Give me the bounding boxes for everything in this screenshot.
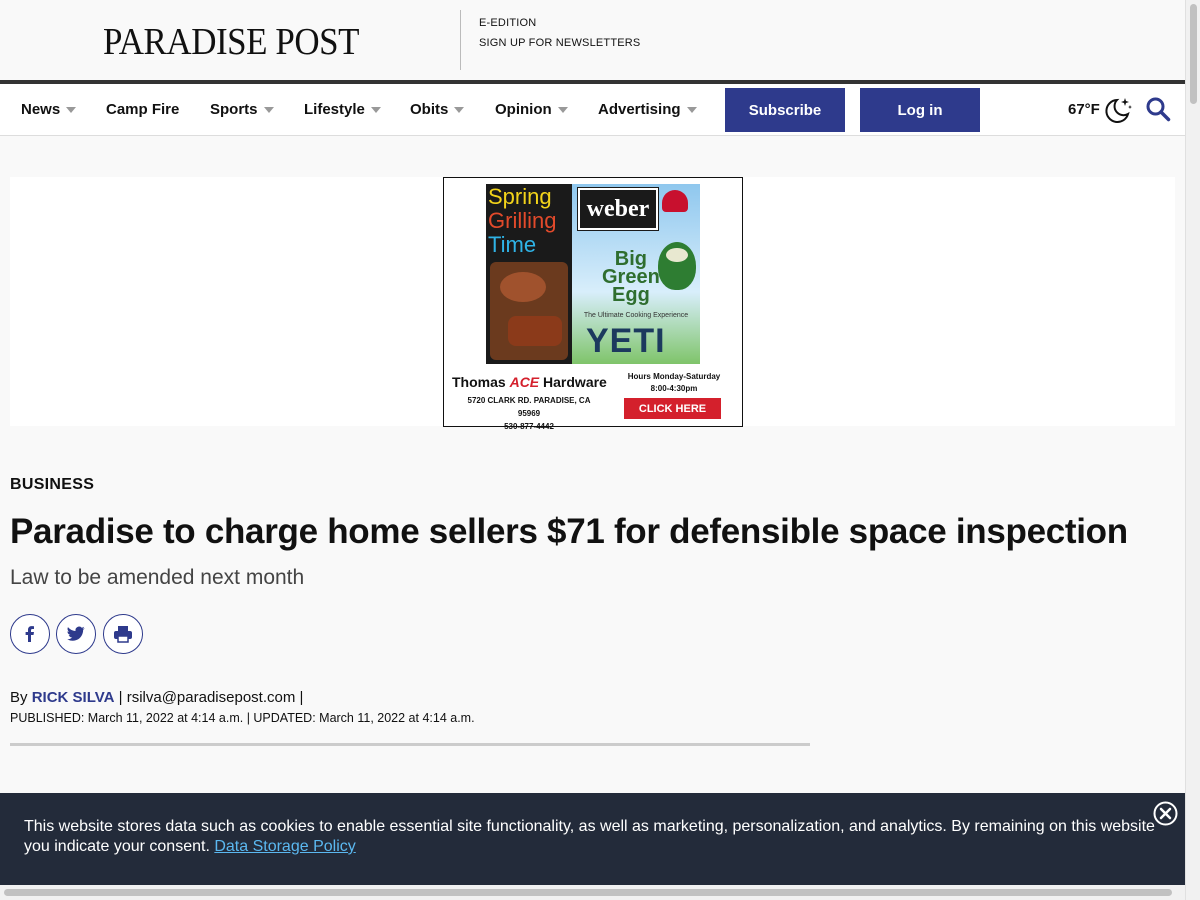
chevron-down-icon: [263, 106, 274, 113]
author-email[interactable]: | rsilva@paradisepost.com |: [119, 689, 304, 706]
facebook-icon: [25, 626, 34, 642]
moon-stars-icon: [1105, 97, 1132, 123]
author-link[interactable]: RICK SILVA: [32, 689, 115, 706]
login-button[interactable]: Log in: [860, 88, 980, 132]
subscribe-button[interactable]: Subscribe: [725, 88, 845, 132]
twitter-share-button[interactable]: [56, 614, 96, 654]
masthead-links: E-EDITION SIGN UP FOR NEWSLETTERS: [479, 13, 640, 53]
nav-item-news[interactable]: News: [21, 84, 77, 135]
scrollbar-thumb[interactable]: [1190, 4, 1197, 104]
horizontal-scrollbar[interactable]: [0, 885, 1185, 900]
cookie-message: This website stores data such as cookies…: [24, 817, 1164, 857]
ad-text: Grilling: [488, 208, 557, 233]
food-image: [500, 272, 546, 302]
ad-text: Spring: [488, 184, 552, 209]
ad-text: Time: [488, 232, 537, 257]
chevron-down-icon: [66, 106, 77, 113]
chevron-down-icon: [454, 106, 465, 113]
nav-item-label: Advertising: [598, 101, 681, 118]
e-edition-link[interactable]: E-EDITION: [479, 13, 640, 33]
article-divider: [10, 743, 810, 746]
store-name-prefix: Thomas: [452, 374, 506, 390]
twitter-icon: [67, 626, 85, 641]
ad-left-panel: Spring Grilling Time: [486, 184, 572, 364]
store-address: 5720 CLARK RD. PARADISE, CA 95969 530-87…: [458, 394, 600, 433]
store-name: Thomas ACE Hardware: [452, 374, 607, 390]
nav-item-obits[interactable]: Obits: [410, 84, 465, 135]
store-name-suffix: Hardware: [543, 374, 607, 390]
search-icon[interactable]: [1145, 96, 1171, 122]
data-storage-policy-link[interactable]: Data Storage Policy: [214, 838, 355, 855]
ad-tagline: The Ultimate Cooking Experience: [583, 312, 689, 319]
ad-right-panel: weber Big Green Egg The Ultimate Cooking…: [572, 184, 700, 364]
nav-item-label: News: [21, 101, 61, 118]
store-hours: Hours Monday-Saturday 8:00-4:30pm: [624, 371, 724, 395]
hours-title: Hours Monday-Saturday: [627, 372, 721, 381]
nav-item-label: Opinion: [495, 101, 552, 118]
food-image: [508, 316, 562, 346]
article-dates: PUBLISHED: March 11, 2022 at 4:14 a.m. |…: [10, 711, 475, 725]
article-headline: Paradise to charge home sellers $71 for …: [10, 512, 1128, 551]
advertisement[interactable]: Spring Grilling Time weber Big Green Egg…: [443, 177, 743, 431]
nav-item-camp-fire[interactable]: Camp Fire: [106, 84, 179, 135]
masthead: PARADISE POST E-EDITION SIGN UP FOR NEWS…: [0, 0, 1185, 80]
ad-footer: Thomas ACE Hardware 5720 CLARK RD. PARAD…: [444, 368, 742, 431]
chevron-down-icon: [686, 106, 697, 113]
facebook-share-button[interactable]: [10, 614, 50, 654]
nav-item-advertising[interactable]: Advertising: [598, 84, 697, 135]
nav-item-sports[interactable]: Sports: [210, 84, 274, 135]
grill-icon: [662, 190, 688, 212]
nav-item-lifestyle[interactable]: Lifestyle: [304, 84, 381, 135]
close-icon[interactable]: [1153, 801, 1178, 826]
nav-item-label: Camp Fire: [106, 101, 180, 118]
phone-line: 530-877-4442: [504, 422, 554, 431]
section-label[interactable]: BUSINESS: [10, 476, 94, 494]
article-subhead: Law to be amended next month: [10, 566, 305, 589]
cookie-text: This website stores data such as cookies…: [24, 818, 1155, 855]
weather-widget[interactable]: 67°F: [1068, 84, 1134, 135]
main-nav: News Camp Fire Sports Lifestyle Obits Op…: [0, 84, 1185, 136]
byline: By RICK SILVA | rsilva@paradisepost.com …: [10, 689, 303, 706]
big-green-egg-logo: Big Green Egg: [602, 249, 660, 306]
hours-value: 8:00-4:30pm: [650, 384, 698, 393]
masthead-divider: [460, 10, 461, 70]
nav-item-label: Obits: [410, 101, 449, 118]
print-icon: [114, 626, 132, 643]
nav-item-label: Lifestyle: [304, 101, 365, 118]
nav-item-opinion[interactable]: Opinion: [495, 84, 568, 135]
scrollbar-thumb[interactable]: [4, 889, 1172, 896]
nav-item-label: Sports: [210, 101, 258, 118]
temperature-readout: 67°F: [1068, 101, 1100, 118]
site-logo[interactable]: PARADISE POST: [103, 20, 359, 64]
chevron-down-icon: [370, 106, 381, 113]
cookie-banner: This website stores data such as cookies…: [0, 793, 1185, 885]
ad-text: Egg: [612, 284, 650, 306]
byline-prefix: By: [10, 689, 28, 706]
print-button[interactable]: [103, 614, 143, 654]
address-line: 5720 CLARK RD. PARADISE, CA 95969: [467, 396, 591, 418]
egg-grill-lid: [666, 248, 688, 262]
yeti-logo: YETI: [586, 322, 666, 360]
chevron-down-icon: [557, 106, 568, 113]
ace-logo: ACE: [509, 374, 540, 390]
vertical-scrollbar[interactable]: [1185, 0, 1200, 900]
newsletter-signup-link[interactable]: SIGN UP FOR NEWSLETTERS: [479, 33, 640, 53]
weber-logo: weber: [577, 187, 659, 231]
ad-cta-button[interactable]: CLICK HERE: [624, 398, 721, 419]
